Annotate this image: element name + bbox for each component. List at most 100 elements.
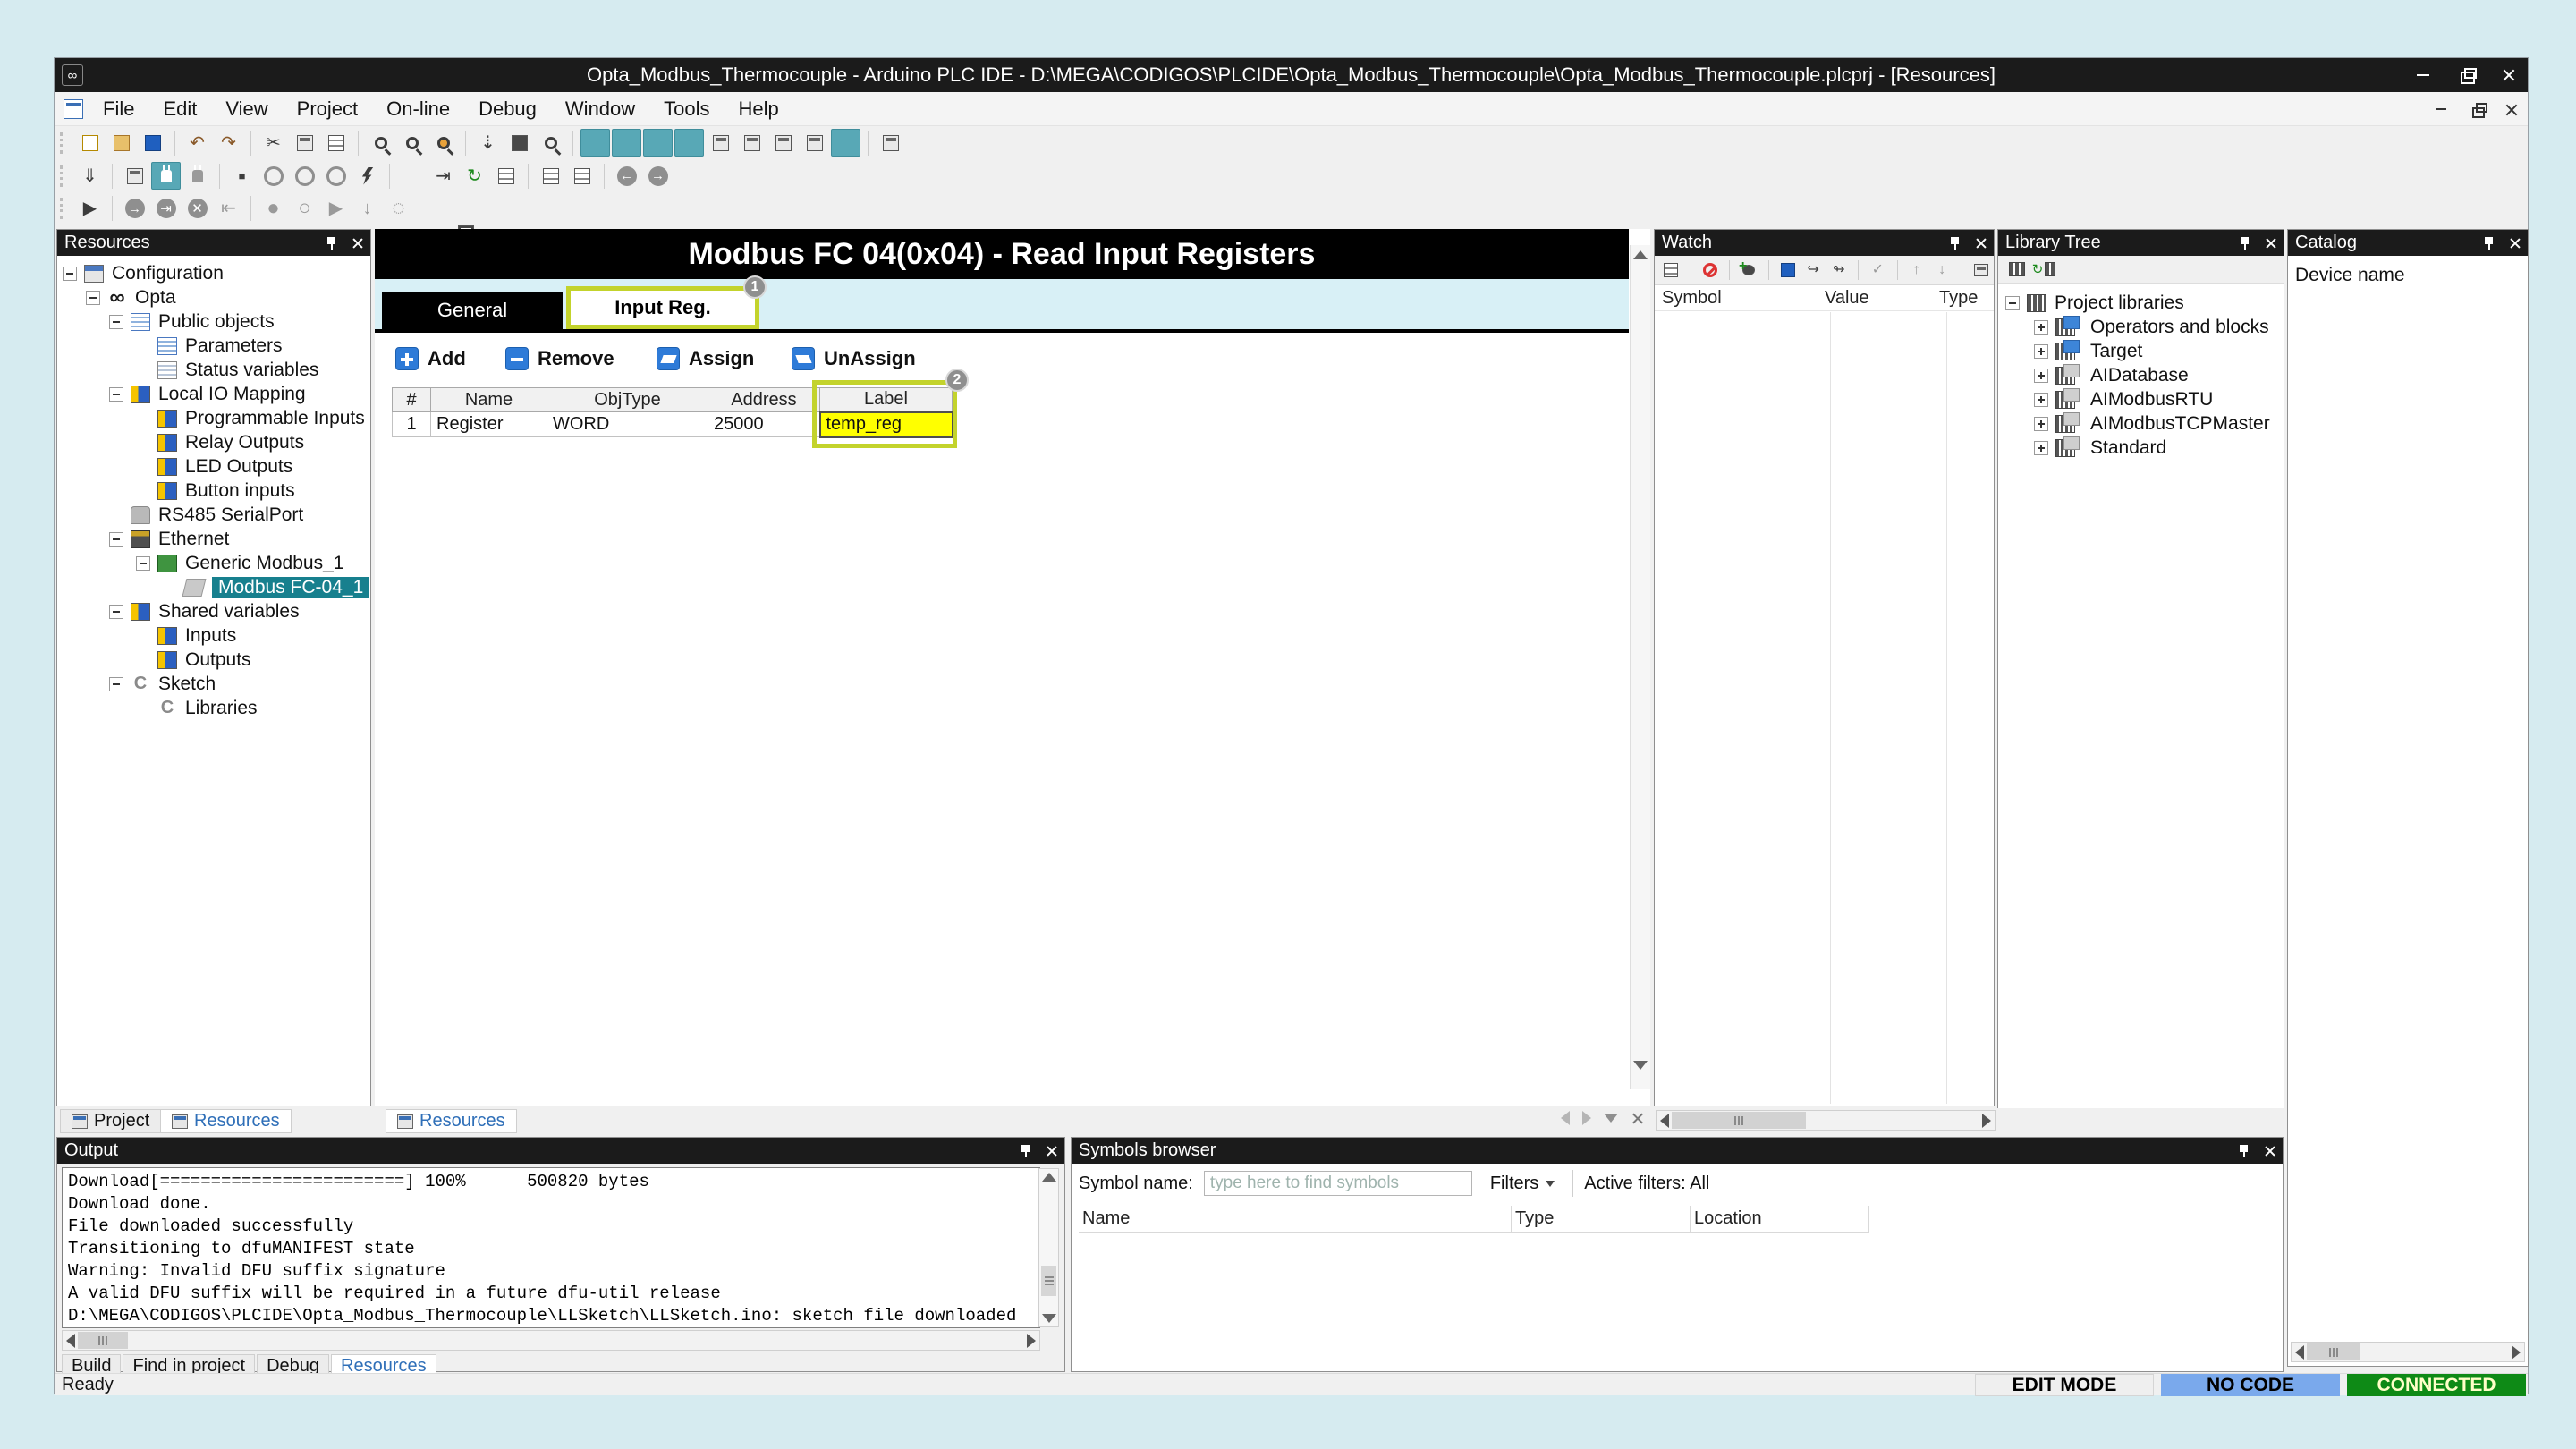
- clear-breakpoint-button[interactable]: ○: [290, 195, 319, 223]
- cell-address[interactable]: 25000: [708, 412, 820, 437]
- scroll-right-icon[interactable]: [1982, 1114, 1991, 1128]
- open-project-button[interactable]: [106, 129, 136, 157]
- step-over-button[interactable]: →: [120, 195, 149, 223]
- redo-button[interactable]: ↷: [214, 129, 243, 157]
- refresh-libraries-button[interactable]: ↻: [2031, 258, 2056, 282]
- collapse-icon[interactable]: [63, 267, 77, 281]
- record-symbol-button[interactable]: [1698, 258, 1722, 283]
- watch-list-button[interactable]: [1659, 258, 1683, 283]
- scroll-thumb[interactable]: [78, 1332, 128, 1349]
- toggle-symbols-browser-button[interactable]: [831, 129, 860, 157]
- menu-edit[interactable]: Edit: [148, 97, 211, 121]
- close-icon[interactable]: [1046, 1145, 1057, 1157]
- scroll-right-icon[interactable]: [2512, 1345, 2521, 1360]
- disconnect-button[interactable]: [182, 162, 212, 190]
- paste-button[interactable]: [321, 129, 351, 157]
- tree-item-configuration[interactable]: Configuration: [57, 261, 370, 285]
- collapse-icon[interactable]: [109, 387, 123, 402]
- symbols-col-type[interactable]: Type: [1512, 1206, 1690, 1233]
- toggle-library-window-button[interactable]: [674, 129, 704, 157]
- watch-col-type[interactable]: Type: [1939, 288, 1978, 309]
- connect-button[interactable]: [151, 162, 181, 190]
- clear-watch-button[interactable]: ✓: [1866, 258, 1890, 283]
- tree-item-programmable-inputs[interactable]: Programmable Inputs: [57, 406, 370, 430]
- close-document-icon[interactable]: [1631, 1112, 1644, 1125]
- tree-item-target[interactable]: Target: [1998, 339, 2284, 363]
- collapse-icon[interactable]: [109, 677, 123, 691]
- scroll-up-icon[interactable]: [1042, 1173, 1056, 1182]
- tree-item-public-objects[interactable]: Public objects: [57, 309, 370, 334]
- undo-button[interactable]: ↶: [182, 129, 212, 157]
- tree-item-shared-variables[interactable]: Shared variables: [57, 599, 370, 623]
- menu-window[interactable]: Window: [551, 97, 649, 121]
- step-into-button[interactable]: ⇥: [151, 195, 181, 223]
- tree-item-project-libraries[interactable]: Project libraries: [1998, 291, 2284, 315]
- tree-item-button-inputs[interactable]: Button inputs: [57, 479, 370, 503]
- restore-button[interactable]: [2456, 65, 2476, 85]
- tab-input-reg[interactable]: Input Reg.: [566, 286, 759, 329]
- oscilloscope-button[interactable]: [491, 162, 521, 190]
- col-objtype[interactable]: ObjType: [547, 388, 708, 412]
- goto-line-button[interactable]: ⇣: [473, 129, 503, 157]
- collapse-icon[interactable]: [86, 291, 100, 305]
- scroll-thumb[interactable]: [1041, 1266, 1056, 1296]
- expand-icon[interactable]: [2034, 344, 2048, 359]
- import-watchlist-button[interactable]: ↬: [1827, 258, 1852, 283]
- find-in-project-button[interactable]: [428, 129, 458, 157]
- remove-breakpoints-button[interactable]: ✕: [182, 195, 212, 223]
- continue-button[interactable]: ▶: [321, 195, 351, 223]
- pin-icon[interactable]: [1020, 1144, 1031, 1157]
- tree-item-relay-outputs[interactable]: Relay Outputs: [57, 430, 370, 454]
- tree-item-led-outputs[interactable]: LED Outputs: [57, 454, 370, 479]
- run-to-cursor-button[interactable]: ↓: [352, 195, 382, 223]
- navigate-forward-button[interactable]: →: [643, 162, 673, 190]
- tab-general[interactable]: General: [382, 292, 563, 329]
- tree-item-outputs[interactable]: Outputs: [57, 648, 370, 672]
- fullscreen-button[interactable]: [876, 129, 905, 157]
- expand-icon[interactable]: [2034, 441, 2048, 455]
- refresh-values-button[interactable]: ↻: [460, 162, 489, 190]
- expand-icon[interactable]: [2034, 320, 2048, 335]
- toolbar-grip[interactable]: [60, 132, 67, 154]
- toggle-output-window-button[interactable]: [612, 129, 641, 157]
- scroll-down-icon[interactable]: [1042, 1314, 1056, 1323]
- collapse-icon[interactable]: [109, 532, 123, 547]
- tree-item-aimodbustcpmaster[interactable]: AIModbusTCPMaster: [1998, 411, 2284, 436]
- tree-item-inputs[interactable]: Inputs: [57, 623, 370, 648]
- copy-button[interactable]: [290, 129, 319, 157]
- tree-item-aidatabase[interactable]: AIDatabase: [1998, 363, 2284, 387]
- tree-item-rs485-serialport[interactable]: RS485 SerialPort: [57, 503, 370, 527]
- collapse-icon[interactable]: [2005, 296, 2020, 310]
- menu-debug[interactable]: Debug: [464, 97, 551, 121]
- col-address[interactable]: Address: [708, 388, 820, 412]
- remove-button[interactable]: Remove: [505, 343, 614, 374]
- tree-item-sketch[interactable]: CSketch: [57, 672, 370, 696]
- catalog-horizontal-scrollbar[interactable]: [2291, 1342, 2525, 1362]
- pin-icon[interactable]: [2239, 236, 2250, 250]
- menu-tools[interactable]: Tools: [649, 97, 724, 121]
- table-row[interactable]: 1 Register WORD 25000 temp_reg: [393, 412, 953, 437]
- remove-record-button[interactable]: [567, 162, 597, 190]
- halt-button[interactable]: ■: [227, 162, 257, 190]
- download-code-button[interactable]: ⇓: [75, 162, 105, 190]
- hot-restart-button[interactable]: [321, 162, 351, 190]
- close-button[interactable]: [2502, 68, 2516, 82]
- cell-objtype[interactable]: WORD: [547, 412, 708, 437]
- unassign-button[interactable]: UnAssign: [792, 343, 916, 374]
- filters-button[interactable]: Filters: [1483, 1171, 1562, 1196]
- navigate-back-button[interactable]: ←: [612, 162, 641, 190]
- tree-item-opta[interactable]: ∞Opta: [57, 285, 370, 309]
- duplicate-watch-button[interactable]: [1970, 258, 1994, 283]
- close-icon[interactable]: [352, 237, 363, 249]
- expand-icon[interactable]: [2034, 369, 2048, 383]
- add-library-button[interactable]: [2004, 258, 2029, 282]
- document-list-icon[interactable]: [1604, 1114, 1618, 1123]
- export-watchlist-button[interactable]: ↪: [1801, 258, 1826, 283]
- cold-restart-button[interactable]: [258, 162, 288, 190]
- tree-item-generic-modbus-1[interactable]: Generic Modbus_1: [57, 551, 370, 575]
- toggle-crossref-window-button[interactable]: [768, 129, 798, 157]
- scroll-thumb[interactable]: [1672, 1112, 1806, 1129]
- tree-item-libraries[interactable]: CLibraries: [57, 696, 370, 720]
- move-up-button[interactable]: ↑: [1904, 258, 1928, 283]
- menu-view[interactable]: View: [211, 97, 282, 121]
